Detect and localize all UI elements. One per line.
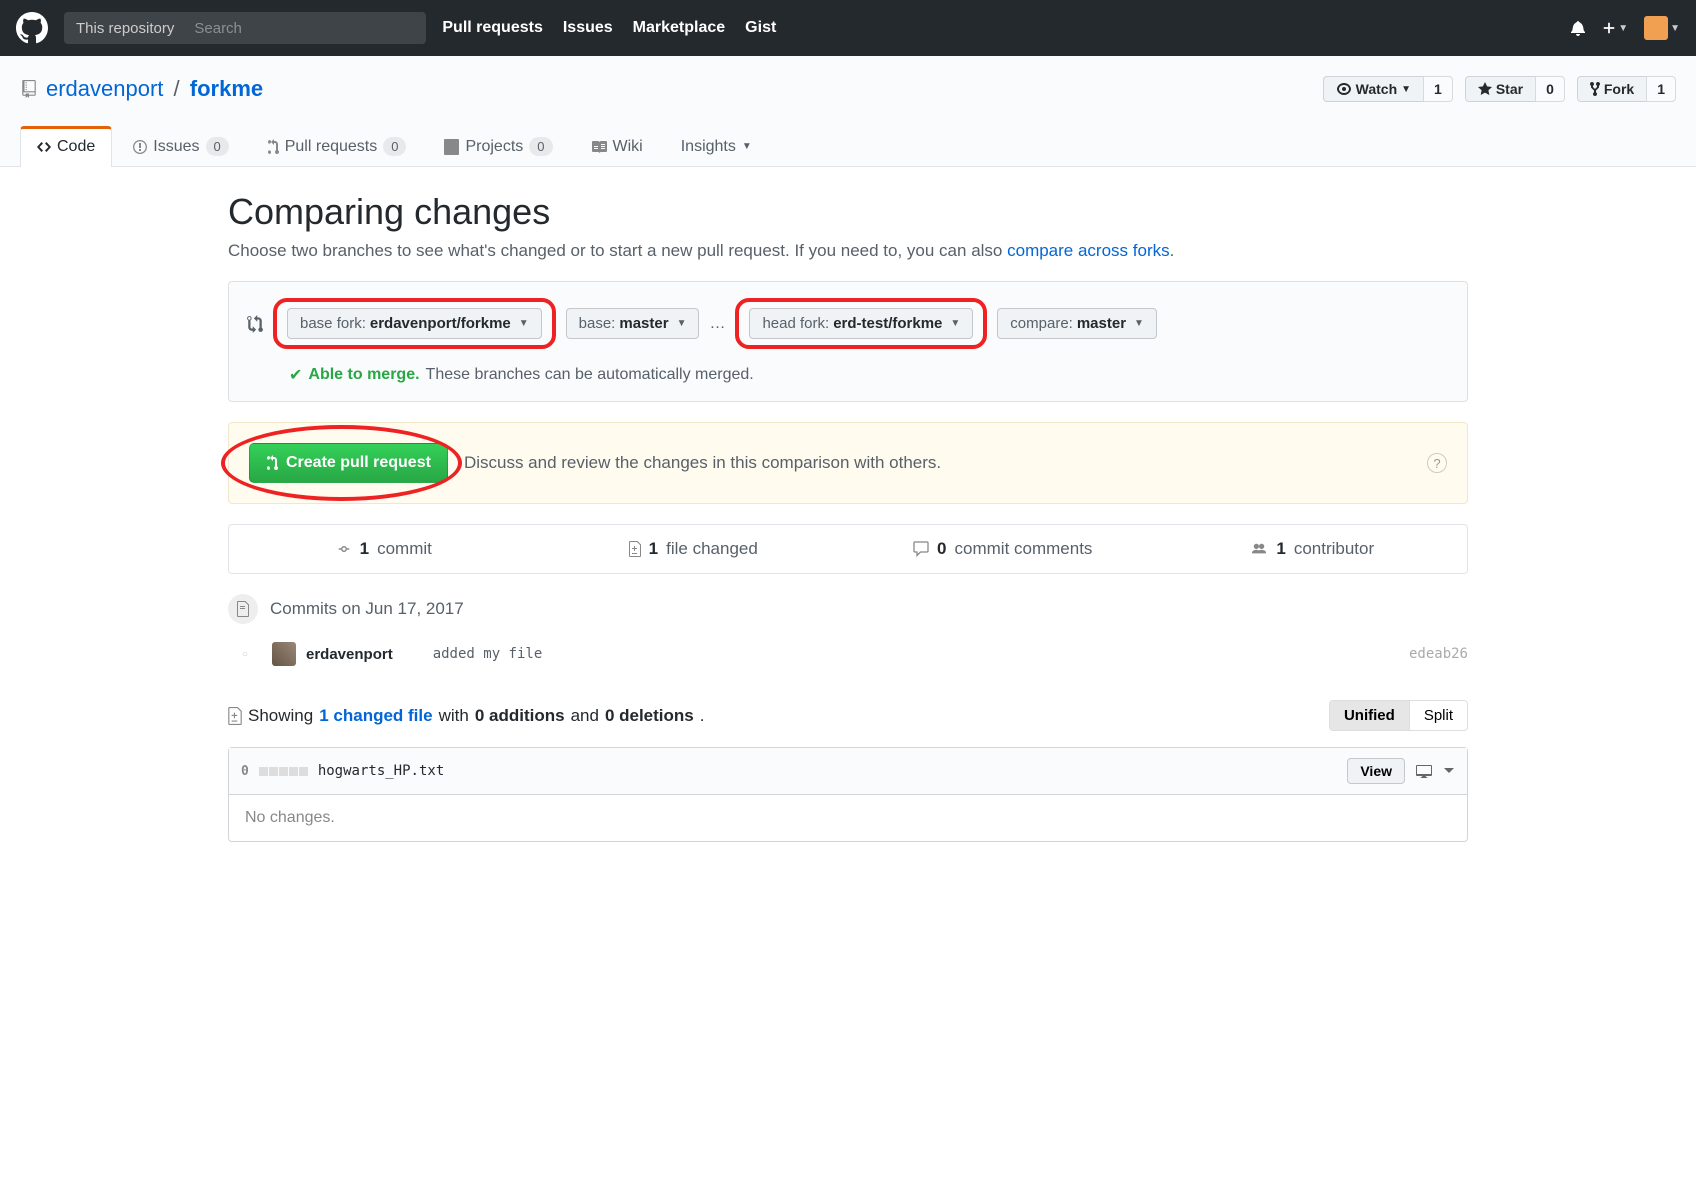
ellipsis: … [709, 315, 725, 333]
create-pull-request-button[interactable]: Create pull request [249, 443, 448, 483]
changed-files-link[interactable]: 1 changed file [319, 706, 432, 726]
fork-icon [1590, 81, 1600, 97]
git-pr-icon [266, 455, 278, 471]
fork-count[interactable]: 1 [1646, 76, 1676, 102]
chevron-down-icon: ▼ [1618, 23, 1628, 34]
repo-owner-link[interactable]: erdavenport [46, 76, 163, 101]
project-icon [444, 139, 459, 155]
nav-issues[interactable]: Issues [563, 19, 613, 37]
check-icon: ✔ [289, 365, 302, 385]
search-input[interactable] [186, 20, 426, 37]
repo-icon [20, 80, 38, 98]
watch-button[interactable]: Watch▼ [1323, 76, 1423, 102]
pr-banner-text: Discuss and review the changes in this c… [464, 453, 941, 473]
commit-icon [336, 543, 352, 555]
tab-code[interactable]: Code [20, 126, 112, 167]
star-icon [1478, 81, 1492, 97]
file-body: No changes. [229, 795, 1467, 841]
tab-pull-requests[interactable]: Pull requests0 [250, 126, 424, 166]
plus-icon [1602, 21, 1616, 35]
repo-name-link[interactable]: forkme [190, 76, 263, 101]
base-branch-select[interactable]: base: master▼ [566, 308, 700, 339]
nav-pull-requests[interactable]: Pull requests [442, 19, 542, 37]
nav-links: Pull requests Issues Marketplace Gist [442, 19, 776, 37]
file-diff-icon [228, 707, 242, 725]
star-button[interactable]: Star [1465, 76, 1535, 102]
header-right: ▼ ▼ [1570, 16, 1680, 40]
avatar [1644, 16, 1668, 40]
chevron-down-icon: ▼ [519, 318, 529, 329]
page-title: Comparing changes [228, 191, 1468, 233]
breadcrumb: erdavenport / forkme [46, 76, 263, 102]
stat-contributors[interactable]: 1 contributor [1158, 525, 1468, 573]
separator: / [174, 76, 180, 101]
chevron-down-icon: ▼ [677, 318, 687, 329]
files-changed-header: Showing 1 changed file with 0 additions … [228, 700, 1468, 731]
github-logo-icon[interactable] [16, 12, 48, 44]
commit-message[interactable]: added my file [433, 646, 543, 662]
tab-issues[interactable]: Issues0 [116, 126, 245, 166]
issue-icon [133, 139, 147, 155]
tab-projects[interactable]: Projects0 [427, 126, 569, 166]
file-header: 0 hogwarts_HP.txt View [229, 748, 1467, 795]
comment-icon [913, 541, 929, 557]
chevron-down-icon: ▼ [1670, 23, 1680, 34]
split-view-button[interactable]: Split [1409, 701, 1467, 730]
head-fork-select[interactable]: head fork: erd-test/forkme▼ [749, 308, 973, 339]
git-pr-icon [267, 139, 279, 155]
star-count[interactable]: 0 [1535, 76, 1565, 102]
device-icon[interactable] [1415, 763, 1433, 779]
chevron-down-icon: ▼ [950, 318, 960, 329]
search-scope[interactable]: This repository [64, 20, 186, 37]
view-file-button[interactable]: View [1347, 758, 1405, 784]
eye-icon [1336, 81, 1352, 97]
range-editor: base fork: erdavenport/forkme▼ base: mas… [228, 281, 1468, 402]
compare-across-forks-link[interactable]: compare across forks [1007, 241, 1170, 260]
file-diff: 0 hogwarts_HP.txt View No changes. [228, 747, 1468, 842]
people-icon [1250, 542, 1268, 556]
stat-commits[interactable]: 1 commit [229, 525, 539, 573]
user-menu[interactable]: ▼ [1644, 16, 1680, 40]
merge-status: ✔ Able to merge. These branches can be a… [289, 365, 1449, 385]
tab-insights[interactable]: Insights▼ [664, 126, 769, 166]
watch-count[interactable]: 1 [1423, 76, 1453, 102]
unified-view-button[interactable]: Unified [1330, 701, 1409, 730]
base-fork-select[interactable]: base fork: erdavenport/forkme▼ [287, 308, 542, 339]
search-container: This repository [64, 12, 426, 44]
commit-sha[interactable]: edeab26 [1409, 646, 1468, 662]
global-header: This repository Pull requests Issues Mar… [0, 0, 1696, 56]
help-icon[interactable]: ? [1427, 453, 1447, 473]
file-diff-icon [629, 541, 641, 557]
comparison-stats: 1 commit 1 file changed 0 commit comment… [228, 524, 1468, 574]
code-icon [37, 139, 51, 155]
chevron-down-icon[interactable] [1443, 767, 1455, 775]
stat-files[interactable]: 1 file changed [539, 525, 849, 573]
repohead: erdavenport / forkme Watch▼ 1 Star 0 For… [0, 56, 1696, 167]
book-icon [591, 139, 607, 155]
commit-group-icon [228, 594, 258, 624]
chevron-down-icon: ▼ [1134, 318, 1144, 329]
diff-bars-icon [259, 767, 308, 776]
commits-date-heading: Commits on Jun 17, 2017 [270, 599, 464, 619]
commit-row[interactable]: erdavenport added my file edeab26 [228, 636, 1468, 672]
create-menu[interactable]: ▼ [1602, 21, 1628, 35]
diff-stat: 0 [241, 764, 249, 779]
compare-branch-select[interactable]: compare: master▼ [997, 308, 1157, 339]
stat-comments[interactable]: 0 commit comments [848, 525, 1158, 573]
create-pr-banner: Create pull request Discuss and review t… [228, 422, 1468, 504]
avatar [272, 642, 296, 666]
diff-view-toggle: Unified Split [1329, 700, 1468, 731]
fork-button[interactable]: Fork [1577, 76, 1646, 102]
git-compare-icon [247, 315, 263, 333]
tab-wiki[interactable]: Wiki [574, 126, 660, 166]
repo-tabs: Code Issues0 Pull requests0 Projects0 Wi… [20, 126, 1676, 166]
nav-gist[interactable]: Gist [745, 19, 776, 37]
commit-author[interactable]: erdavenport [306, 646, 393, 663]
filename[interactable]: hogwarts_HP.txt [318, 763, 444, 779]
page-subtitle: Choose two branches to see what's change… [228, 241, 1468, 261]
nav-marketplace[interactable]: Marketplace [633, 19, 726, 37]
bell-icon[interactable] [1570, 20, 1586, 36]
commits-timeline: Commits on Jun 17, 2017 erdavenport adde… [228, 594, 1468, 672]
